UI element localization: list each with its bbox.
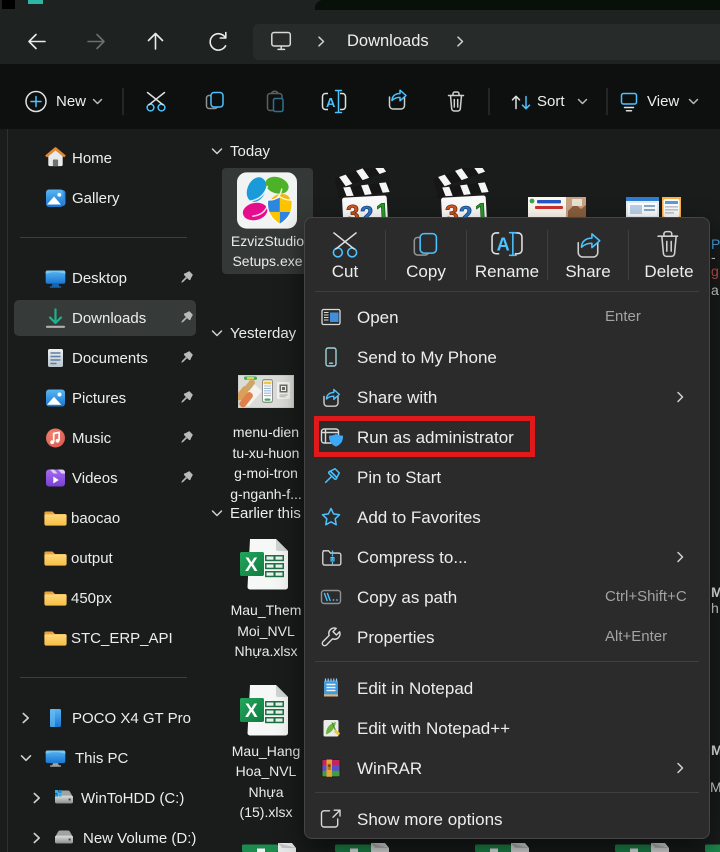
svg-text:A: A (326, 95, 336, 110)
svg-text:A: A (497, 235, 510, 255)
svg-text:X: X (245, 555, 258, 576)
